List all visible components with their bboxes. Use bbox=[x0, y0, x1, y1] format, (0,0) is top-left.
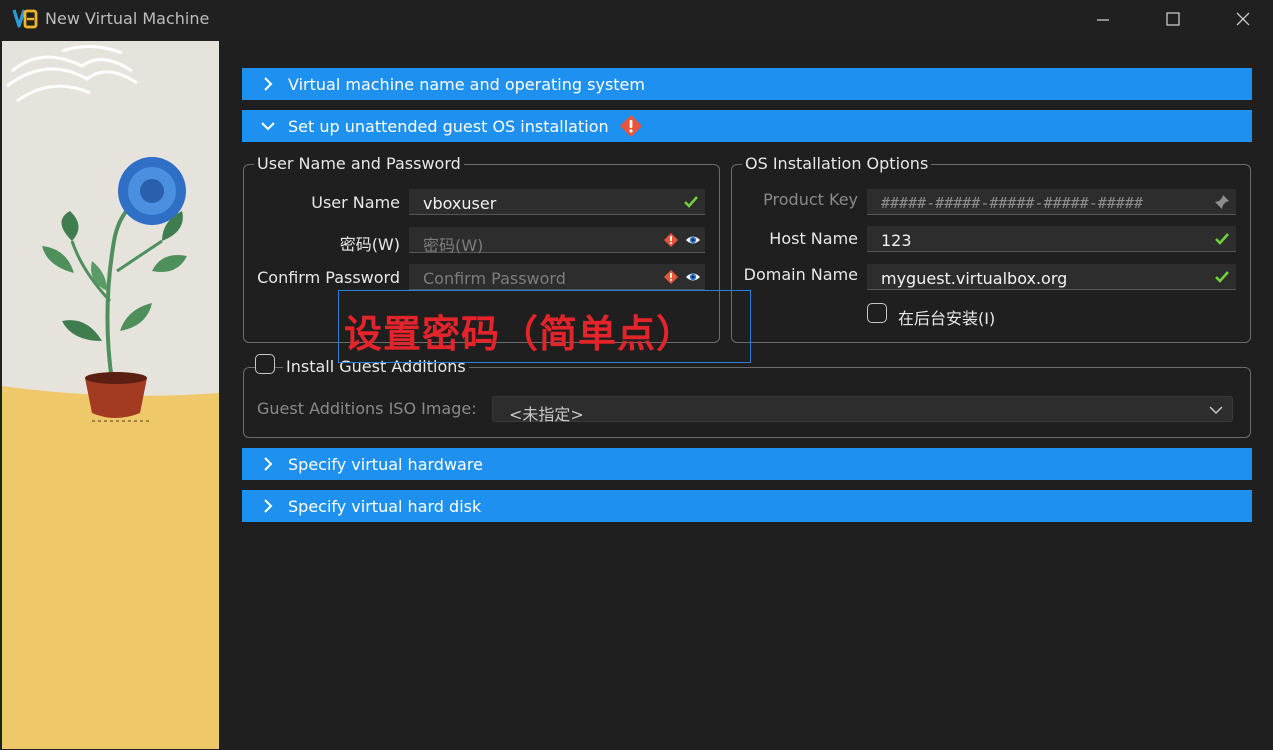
maximize-button[interactable] bbox=[1150, 0, 1196, 38]
chevron-down-icon bbox=[261, 122, 275, 131]
valid-check-icon bbox=[1215, 271, 1229, 283]
iso-image-label: Guest Additions ISO Image: bbox=[257, 399, 477, 418]
section-hardware[interactable]: Specify virtual hardware bbox=[242, 448, 1252, 480]
user-password-group-title: User Name and Password bbox=[254, 154, 464, 173]
product-key-value: #####-#####-#####-#####-##### bbox=[881, 194, 1143, 212]
window-title: New Virtual Machine bbox=[45, 9, 210, 28]
iso-image-value: <未指定> bbox=[509, 405, 584, 424]
chevron-right-icon bbox=[264, 77, 273, 91]
warning-icon bbox=[664, 270, 678, 284]
valid-check-icon bbox=[684, 196, 698, 208]
os-options-group-title: OS Installation Options bbox=[742, 154, 932, 173]
title-bar: New Virtual Machine bbox=[0, 0, 1273, 40]
domain-name-value: myguest.virtualbox.org bbox=[881, 269, 1068, 288]
iso-image-select[interactable]: <未指定> bbox=[492, 396, 1233, 424]
host-name-field[interactable]: 123 bbox=[867, 226, 1236, 252]
minimize-icon bbox=[1097, 19, 1109, 21]
close-icon bbox=[1236, 12, 1250, 26]
section-hard-disk[interactable]: Specify virtual hard disk bbox=[242, 490, 1252, 522]
chevron-down-icon bbox=[1209, 406, 1223, 415]
background-install-checkbox[interactable] bbox=[867, 303, 887, 323]
section-hardware-label: Specify virtual hardware bbox=[288, 454, 483, 474]
section-hard-disk-label: Specify virtual hard disk bbox=[288, 496, 482, 516]
product-key-label: Product Key bbox=[763, 190, 858, 209]
section-name-os-label: Virtual machine name and operating syste… bbox=[288, 74, 645, 94]
maximize-icon bbox=[1166, 12, 1180, 26]
annotation-text: 设置密码（简单点） bbox=[344, 312, 696, 356]
username-value: vboxuser bbox=[423, 194, 497, 213]
host-name-label: Host Name bbox=[769, 229, 858, 248]
background-install-label: 在后台安装(I) bbox=[898, 309, 996, 328]
product-key-field[interactable]: #####-#####-#####-#####-##### bbox=[867, 189, 1236, 215]
username-label: User Name bbox=[311, 193, 400, 212]
password-field[interactable]: 密码(W) bbox=[409, 227, 705, 255]
minimize-button[interactable] bbox=[1080, 0, 1126, 38]
show-password-eye-icon[interactable] bbox=[685, 232, 701, 248]
virtualbox-icon bbox=[12, 9, 38, 29]
wizard-illustration bbox=[2, 41, 219, 749]
confirm-password-field[interactable]: Confirm Password bbox=[409, 264, 705, 290]
warning-icon bbox=[619, 115, 642, 137]
warning-icon bbox=[664, 233, 678, 247]
username-field[interactable]: vboxuser bbox=[409, 189, 705, 215]
install-guest-additions-checkbox[interactable] bbox=[255, 354, 275, 374]
domain-name-label: Domain Name bbox=[743, 265, 858, 284]
section-name-os[interactable]: Virtual machine name and operating syste… bbox=[242, 68, 1252, 100]
pin-icon bbox=[1215, 195, 1229, 209]
host-name-value: 123 bbox=[881, 231, 912, 250]
show-password-eye-icon[interactable] bbox=[685, 269, 701, 285]
password-placeholder: 密码(W) bbox=[423, 236, 484, 255]
confirm-password-placeholder: Confirm Password bbox=[423, 269, 566, 288]
chevron-right-icon bbox=[264, 457, 273, 471]
close-button[interactable] bbox=[1220, 0, 1266, 38]
password-label: 密码(W) bbox=[339, 235, 400, 254]
confirm-password-label: Confirm Password bbox=[257, 268, 400, 287]
chevron-right-icon bbox=[264, 499, 273, 513]
section-unattended[interactable]: Set up unattended guest OS installation bbox=[242, 110, 1252, 142]
domain-name-field[interactable]: myguest.virtualbox.org bbox=[867, 264, 1236, 290]
section-unattended-label: Set up unattended guest OS installation bbox=[288, 116, 609, 136]
valid-check-icon bbox=[1215, 233, 1229, 245]
